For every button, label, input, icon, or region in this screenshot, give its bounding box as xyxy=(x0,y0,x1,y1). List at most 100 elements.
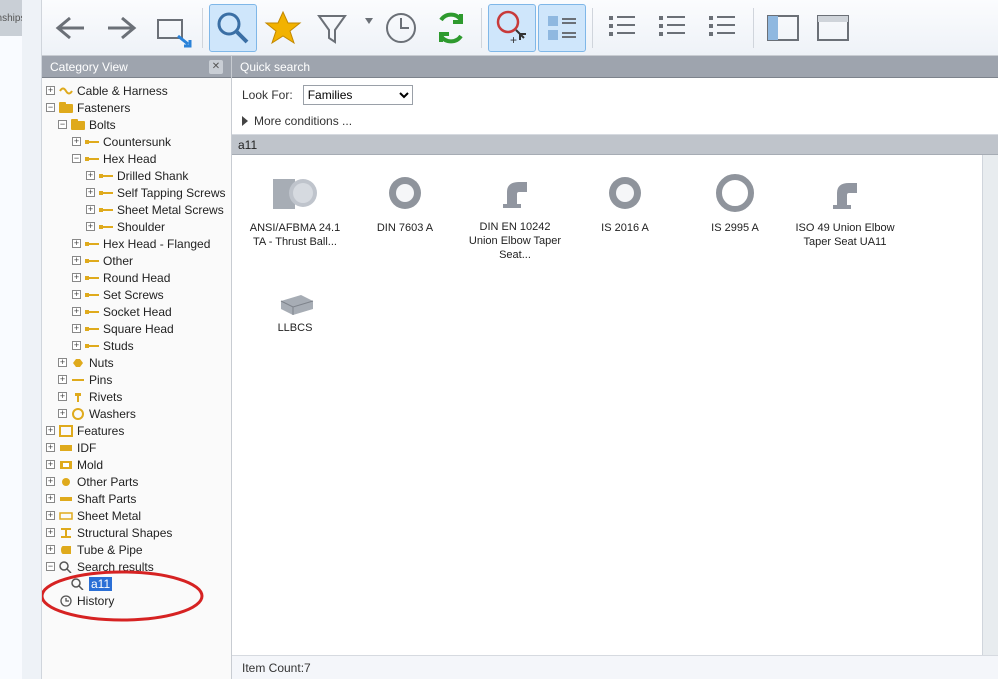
tree-node[interactable]: +Nuts xyxy=(44,354,229,371)
expand-icon[interactable]: + xyxy=(72,324,81,333)
tree-node[interactable]: a11 xyxy=(44,575,229,592)
bolt-icon xyxy=(99,187,113,199)
funnel-icon xyxy=(311,6,355,50)
scrollbar[interactable] xyxy=(982,155,998,655)
result-item[interactable]: LLBCS xyxy=(240,265,350,365)
expand-icon[interactable]: + xyxy=(46,545,55,554)
tree-node[interactable]: + Shoulder xyxy=(44,218,229,235)
expand-icon[interactable]: + xyxy=(72,256,81,265)
more-conditions-toggle[interactable]: More conditions ... xyxy=(242,112,988,130)
expand-icon[interactable]: + xyxy=(46,494,55,503)
tree-node[interactable]: History xyxy=(44,592,229,609)
tree-node[interactable]: +Set Screws xyxy=(44,286,229,303)
expand-icon[interactable]: + xyxy=(72,137,81,146)
docked-side-tab[interactable]: nships xyxy=(0,0,22,36)
mold-icon xyxy=(59,459,73,471)
expand-icon[interactable]: + xyxy=(46,443,55,452)
tree-node[interactable]: +Features xyxy=(44,422,229,439)
tree-node[interactable]: +Round Head xyxy=(44,269,229,286)
category-tree[interactable]: + Cable & Harness−Fasteners−Bolts+Counter… xyxy=(42,78,231,679)
tree-node[interactable]: +Structural Shapes xyxy=(44,524,229,541)
tree-node[interactable]: +Hex Head - Flanged xyxy=(44,235,229,252)
tree-node[interactable]: +Other Parts xyxy=(44,473,229,490)
history-button[interactable] xyxy=(377,4,425,52)
expand-icon[interactable]: + xyxy=(46,86,55,95)
results-grid[interactable]: ANSI/AFBMA 24.1 TA - Thrust Ball...DIN 7… xyxy=(232,155,982,655)
tree-node-label: Hex Head xyxy=(103,152,156,166)
view-list2-button[interactable] xyxy=(649,4,697,52)
tree-node-label: Cable & Harness xyxy=(77,84,168,98)
tree-node[interactable]: +Square Head xyxy=(44,320,229,337)
result-item[interactable]: IS 2995 A xyxy=(680,165,790,265)
expand-icon[interactable]: + xyxy=(72,341,81,350)
collapse-icon[interactable]: − xyxy=(58,120,67,129)
tree-node[interactable]: + Cable & Harness xyxy=(44,82,229,99)
expand-icon[interactable]: + xyxy=(58,375,67,384)
refresh-button[interactable] xyxy=(427,4,475,52)
expand-icon[interactable]: + xyxy=(58,358,67,367)
open-folder-button[interactable] xyxy=(148,4,196,52)
collapse-icon[interactable]: − xyxy=(72,154,81,163)
tree-node[interactable]: +Pins xyxy=(44,371,229,388)
expand-icon[interactable]: + xyxy=(58,392,67,401)
expand-icon[interactable]: + xyxy=(46,528,55,537)
expand-icon[interactable]: + xyxy=(46,511,55,520)
expand-icon[interactable]: + xyxy=(72,273,81,282)
expand-icon[interactable]: + xyxy=(72,239,81,248)
list-small3-icon xyxy=(701,6,745,50)
result-group-header[interactable]: a11 xyxy=(232,135,998,155)
nav-back-button[interactable] xyxy=(48,4,96,52)
result-item[interactable]: DIN 7603 A xyxy=(350,165,460,265)
tree-node[interactable]: +Shaft Parts xyxy=(44,490,229,507)
tree-node[interactable]: +Rivets xyxy=(44,388,229,405)
tree-node-label: Shoulder xyxy=(117,220,165,234)
tree-node[interactable]: − Hex Head xyxy=(44,150,229,167)
expand-icon[interactable]: + xyxy=(72,307,81,316)
tree-node[interactable]: +Sheet Metal Screws xyxy=(44,201,229,218)
expand-icon[interactable]: + xyxy=(46,460,55,469)
tree-node[interactable]: −Search results xyxy=(44,558,229,575)
auto-refresh-button[interactable] xyxy=(488,4,536,52)
tree-node[interactable]: +Studs xyxy=(44,337,229,354)
expand-icon[interactable]: + xyxy=(46,426,55,435)
search-button[interactable] xyxy=(209,4,257,52)
search-icon xyxy=(59,561,73,573)
nav-forward-button[interactable] xyxy=(98,4,146,52)
tree-node[interactable]: +Tube & Pipe xyxy=(44,541,229,558)
tree-node[interactable]: +Drilled Shank xyxy=(44,167,229,184)
tree-node[interactable]: +Self Tapping Screws xyxy=(44,184,229,201)
filter-menu-button[interactable] xyxy=(359,8,375,48)
close-icon[interactable]: ✕ xyxy=(209,60,223,74)
tree-node[interactable]: +IDF xyxy=(44,439,229,456)
filter-button[interactable] xyxy=(309,4,357,52)
result-item[interactable]: ISO 49 Union Elbow Taper Seat UA11 xyxy=(790,165,900,265)
expand-icon[interactable]: + xyxy=(58,409,67,418)
look-for-select[interactable]: Families xyxy=(303,85,413,105)
tree-node[interactable]: +Sheet Metal xyxy=(44,507,229,524)
result-caption: ISO 49 Union Elbow Taper Seat UA11 xyxy=(794,221,896,249)
expand-icon[interactable]: + xyxy=(86,188,95,197)
collapse-icon[interactable]: − xyxy=(46,103,55,112)
tree-node[interactable]: +Washers xyxy=(44,405,229,422)
expand-icon[interactable]: + xyxy=(46,477,55,486)
collapse-icon[interactable]: − xyxy=(46,562,55,571)
expand-icon[interactable]: + xyxy=(72,290,81,299)
expand-icon[interactable]: + xyxy=(86,205,95,214)
view-list-button[interactable] xyxy=(599,4,647,52)
result-item[interactable]: DIN EN 10242 Union Elbow Taper Seat... xyxy=(460,165,570,265)
expand-icon[interactable]: + xyxy=(86,222,95,231)
tree-node[interactable]: +Mold xyxy=(44,456,229,473)
view-list3-button[interactable] xyxy=(699,4,747,52)
view-details-button[interactable] xyxy=(538,4,586,52)
tree-node[interactable]: +Socket Head xyxy=(44,303,229,320)
tree-node[interactable]: −Fasteners xyxy=(44,99,229,116)
tree-node[interactable]: +Other xyxy=(44,252,229,269)
result-item[interactable]: ANSI/AFBMA 24.1 TA - Thrust Ball... xyxy=(240,165,350,265)
result-item[interactable]: IS 2016 A xyxy=(570,165,680,265)
tree-node[interactable]: +Countersunk xyxy=(44,133,229,150)
favorites-button[interactable] xyxy=(259,4,307,52)
expand-icon[interactable]: + xyxy=(86,171,95,180)
pane-single-button[interactable] xyxy=(810,4,858,52)
tree-node[interactable]: −Bolts xyxy=(44,116,229,133)
pane-layout-button[interactable] xyxy=(760,4,808,52)
